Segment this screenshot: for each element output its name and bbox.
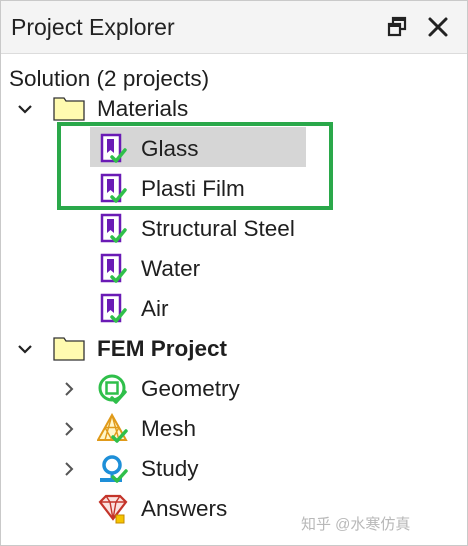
fem-project-label: FEM Project [97, 336, 228, 361]
tree-item-geometry[interactable]: Geometry [1, 369, 467, 409]
title-bar: Project Explorer [1, 1, 467, 54]
chevron-right-icon[interactable] [61, 461, 77, 477]
chevron-right-icon[interactable] [61, 421, 77, 437]
mesh-label: Mesh [141, 416, 197, 441]
annotation-highlight-box [57, 122, 333, 210]
study-icon [97, 453, 129, 485]
material-icon [97, 253, 129, 285]
folder-icon [53, 335, 85, 361]
restore-window-icon[interactable] [385, 14, 411, 40]
chevron-down-icon[interactable] [17, 101, 33, 117]
geometry-label: Geometry [141, 376, 240, 401]
answers-label: Answers [141, 496, 228, 521]
tree-item-mesh[interactable]: Mesh [1, 409, 467, 449]
mesh-icon [96, 412, 129, 445]
tree-item-structural-steel[interactable]: Structural Steel [1, 209, 467, 249]
chevron-right-icon[interactable] [61, 381, 77, 397]
watermark: 知乎 @水寒仿真 [301, 516, 411, 533]
folder-icon [53, 95, 85, 121]
tree-item-air[interactable]: Air [1, 289, 467, 329]
material-label: Water [141, 256, 201, 281]
geometry-icon [97, 373, 129, 405]
close-icon[interactable] [425, 14, 451, 40]
study-label: Study [141, 456, 199, 481]
material-icon [97, 293, 129, 325]
project-explorer-panel: Project Explorer Solution (2 projects) M… [0, 0, 468, 546]
answers-icon [97, 493, 129, 525]
material-label: Air [141, 296, 169, 321]
material-label: Structural Steel [141, 216, 295, 241]
tree-node-fem-project[interactable]: FEM Project [1, 329, 467, 369]
tree-item-water[interactable]: Water [1, 249, 467, 289]
chevron-down-icon[interactable] [17, 341, 33, 357]
material-icon [97, 213, 129, 245]
tree-item-study[interactable]: Study [1, 449, 467, 489]
panel-title: Project Explorer [11, 14, 175, 40]
materials-label: Materials [97, 96, 189, 121]
